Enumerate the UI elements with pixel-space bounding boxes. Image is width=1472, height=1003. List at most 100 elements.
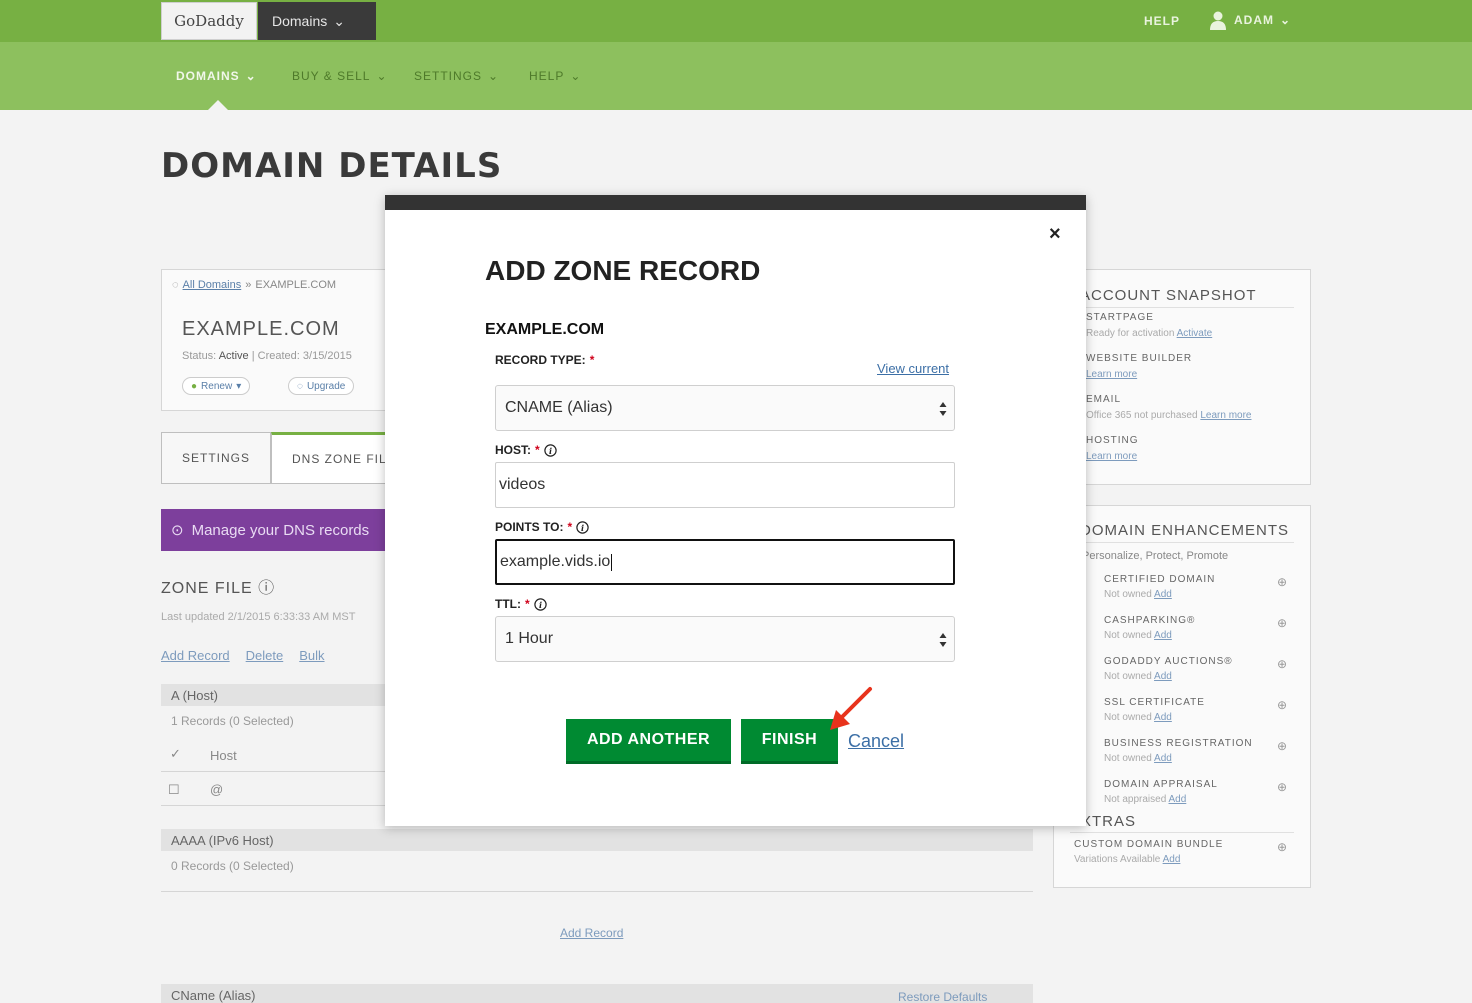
plus-icon[interactable]: ⊕ [1277, 698, 1287, 712]
snapshot-email-link[interactable]: Learn more [1200, 410, 1251, 421]
snapshot-email-sub: Office 365 not purchased Learn more [1086, 410, 1251, 421]
add-record-link[interactable]: Add Record [161, 648, 230, 663]
select-all-check-icon[interactable]: ✓ [170, 746, 181, 762]
enh-appraisal-add[interactable]: Add [1169, 794, 1187, 805]
user-menu[interactable]: ADAM ⌄ [1208, 10, 1291, 30]
user-icon [1210, 11, 1226, 30]
plus-icon[interactable]: ⊕ [1277, 657, 1287, 671]
domain-card: ◌ All Domains » EXAMPLE.COM EXAMPLE.COM … [161, 269, 401, 411]
help-icon[interactable]: ⓘ [258, 580, 275, 597]
breadcrumb-all-domains[interactable]: All Domains [183, 279, 242, 291]
host-label: HOST: * i [495, 443, 557, 457]
record-type-select[interactable]: CNAME (Alias) [495, 385, 955, 431]
enh-cashparking-sub: Not owned Add [1104, 630, 1172, 641]
select-arrows-icon [939, 402, 947, 416]
finish-button[interactable]: FINISH [741, 719, 838, 764]
required-mark: * [589, 353, 595, 367]
nav-help-label: HELP [529, 69, 565, 83]
ttl-select[interactable]: 1 Hour [495, 616, 955, 662]
chevron-down-icon: ⌄ [376, 69, 388, 83]
close-icon[interactable]: × [1049, 224, 1061, 244]
nav-settings[interactable]: SETTINGS ⌄ [414, 69, 499, 83]
snapshot-hosting-link[interactable]: Learn more [1086, 451, 1137, 462]
upgrade-label: Upgrade [306, 380, 346, 392]
plus-icon[interactable]: ⊕ [1277, 840, 1287, 854]
snapshot-startpage-status: Ready for activation [1086, 328, 1175, 339]
restore-defaults-link[interactable]: Restore Defaults [898, 990, 987, 1003]
enh-certified-add[interactable]: Add [1154, 589, 1172, 600]
snapshot-startpage-link[interactable]: Activate [1177, 328, 1213, 339]
ttl-label-text: TTL: [495, 597, 521, 611]
host-label-text: HOST: [495, 443, 531, 457]
enh-certified-status: Not owned [1104, 589, 1152, 600]
plus-icon[interactable]: ⊕ [1277, 739, 1287, 753]
enh-business-add[interactable]: Add [1154, 753, 1172, 764]
tab-settings[interactable]: SETTINGS [161, 432, 272, 484]
nav-domains-label: DOMAINS [176, 69, 240, 83]
points-to-label-text: POINTS TO: [495, 520, 564, 534]
godaddy-logo[interactable]: GoDaddy [161, 2, 257, 40]
chevron-down-icon: ⌄ [1280, 13, 1292, 27]
plus-icon[interactable]: ⊕ [1277, 575, 1287, 589]
add-record-bottom-link[interactable]: Add Record [560, 926, 623, 940]
enh-appraisal-status: Not appraised [1104, 794, 1167, 805]
required-mark: * [535, 443, 540, 457]
enh-auctions-add[interactable]: Add [1154, 671, 1172, 682]
enh-ssl-sub: Not owned Add [1104, 712, 1172, 723]
info-icon[interactable]: i [576, 520, 589, 534]
view-current-link[interactable]: View current [877, 361, 949, 376]
upgrade-button[interactable]: ◌ Upgrade [288, 377, 355, 395]
promo-text: Manage your DNS records [191, 521, 370, 539]
info-icon[interactable]: i [543, 443, 557, 457]
dialog-domain: EXAMPLE.COM [485, 321, 605, 338]
nav-domains[interactable]: DOMAINS ⌄ [176, 69, 257, 83]
extras-bundle-sub: Variations Available Add [1074, 854, 1180, 865]
svg-text:i: i [581, 523, 584, 533]
plus-icon[interactable]: ⊕ [1277, 616, 1287, 630]
enh-cashparking-add[interactable]: Add [1154, 630, 1172, 641]
row-checkbox[interactable]: ☐ [168, 782, 180, 798]
renew-button[interactable]: ● Renew ▾ [182, 377, 251, 395]
bulk-link[interactable]: Bulk [299, 648, 324, 663]
zone-file-title-text: ZONE FILE [161, 580, 253, 597]
delete-link[interactable]: Delete [246, 648, 284, 663]
info-icon[interactable]: i [533, 597, 547, 611]
tab-dns-label: DNS ZONE FILE [292, 452, 390, 466]
enh-ssl-add[interactable]: Add [1154, 712, 1172, 723]
created-date: Created: 3/15/2015 [257, 350, 352, 362]
page-title: DOMAIN DETAILS [161, 146, 503, 186]
group-a-title: A (Host) [171, 687, 218, 703]
snapshot-builder-link[interactable]: Learn more [1086, 369, 1137, 380]
domain-name: EXAMPLE.COM [182, 318, 340, 340]
enh-appraisal-sub: Not appraised Add [1104, 794, 1186, 805]
cancel-link[interactable]: Cancel [848, 731, 904, 752]
enh-ssl-label: SSL CERTIFICATE [1104, 697, 1205, 708]
enh-business-label: BUSINESS REGISTRATION [1104, 738, 1253, 749]
logo-text: GoDaddy [174, 12, 244, 30]
annotation-arrow-icon [830, 687, 872, 730]
tab-dns-zone-file[interactable]: DNS ZONE FILE [271, 432, 390, 484]
top-help-link[interactable]: HELP [1144, 14, 1180, 28]
column-host: Host [210, 748, 237, 763]
promo-banner[interactable]: ⊙ Manage your DNS records [161, 509, 401, 551]
product-switcher[interactable]: Domains ⌄ [258, 2, 376, 40]
host-input[interactable]: videos [495, 462, 955, 508]
points-to-input[interactable]: example.vids.io [495, 539, 955, 585]
points-to-input-value: example.vids.io [500, 553, 611, 570]
record-type-value: CNAME (Alias) [505, 399, 613, 416]
snapshot-email-label: EMAIL [1086, 394, 1122, 405]
enh-appraisal-label: DOMAIN APPRAISAL [1104, 779, 1218, 790]
divider [1080, 542, 1294, 543]
finish-label: FINISH [761, 731, 818, 748]
svg-text:i: i [539, 600, 542, 610]
add-another-button[interactable]: ADD ANOTHER [566, 719, 731, 764]
zone-actions: Add Record Delete Bulk [161, 648, 325, 663]
plus-icon[interactable]: ⊕ [1277, 780, 1287, 794]
nav-help[interactable]: HELP ⌄ [529, 69, 581, 83]
ttl-value: 1 Hour [505, 630, 554, 647]
domain-status: Status: Active | Created: 3/15/2015 [182, 350, 352, 362]
extras-bundle-add[interactable]: Add [1163, 854, 1181, 865]
nav-buy-sell[interactable]: BUY & SELL ⌄ [292, 69, 388, 83]
add-zone-record-dialog: × ADD ZONE RECORD EXAMPLE.COM RECORD TYP… [385, 195, 1086, 826]
group-header-aaaa[interactable]: AAAA (IPv6 Host) [161, 829, 1033, 851]
